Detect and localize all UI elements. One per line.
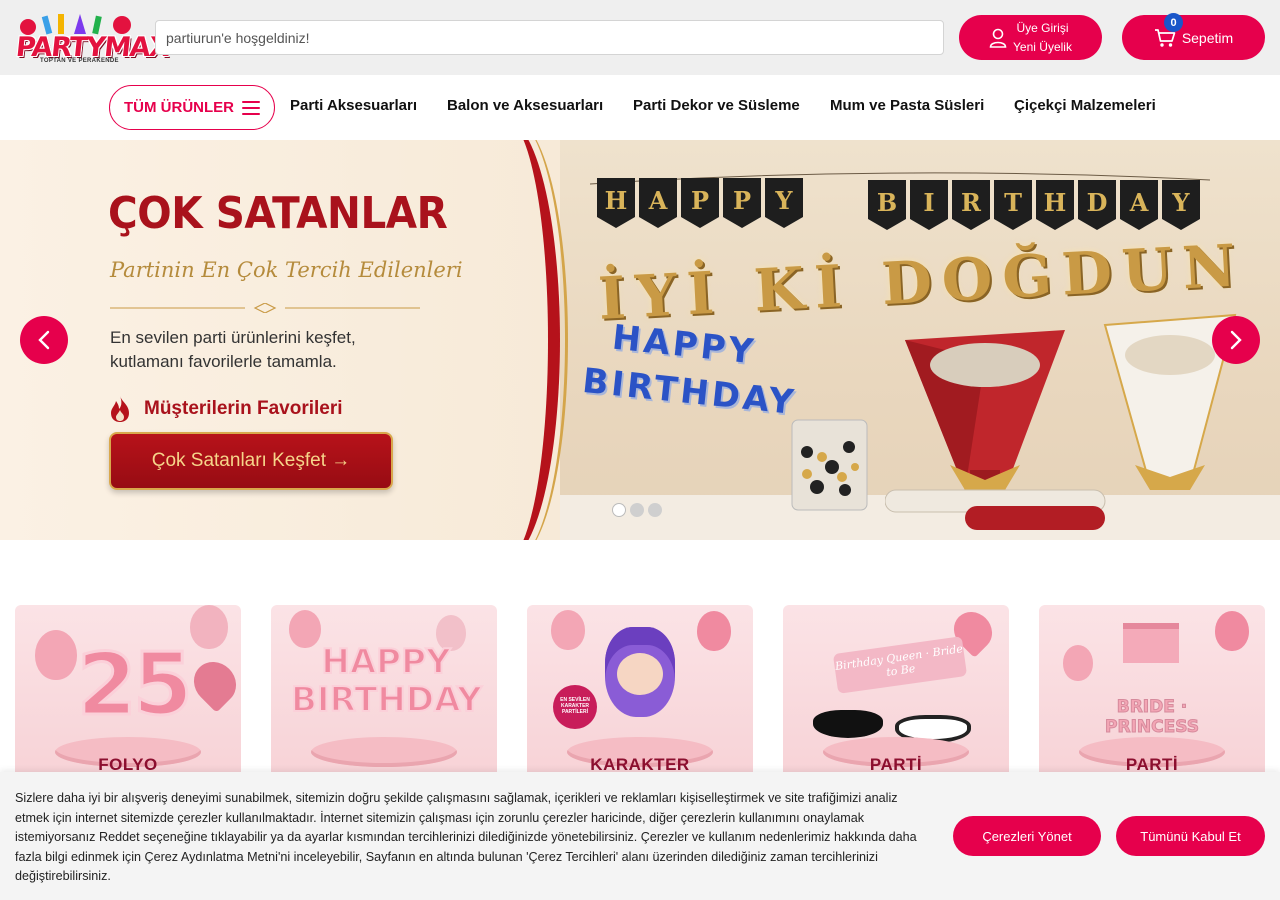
category-card-folyo[interactable]: 25 FOLYO (15, 605, 241, 785)
cart-button[interactable]: Sepetim 0 (1122, 13, 1265, 60)
all-products-button[interactable]: TÜM ÜRÜNLER (109, 85, 275, 130)
pennant-letter: D (1078, 180, 1116, 230)
category-card-parti-tiara[interactable]: BRIDE · PRINCESS PARTİ (1039, 605, 1265, 785)
nav-item-cicekci[interactable]: Çiçekçi Malzemeleri (1014, 97, 1156, 114)
tiara-image-text: BRIDE · PRINCESS (1105, 697, 1200, 738)
hero-divider-curve-gold (478, 140, 568, 540)
card-image-text: HAPPY BIRTHDAY (290, 642, 483, 720)
hero-subtitle: Partinin En Çok Tercih Edilenleri (110, 258, 463, 282)
user-icon (989, 28, 1007, 48)
sash-image-text: Birthday Queen · Bride to Be (832, 636, 968, 694)
pennant-letter: A (1120, 180, 1158, 230)
balloon-decoration (1215, 611, 1249, 651)
pennant-letter: Y (1162, 180, 1200, 230)
category-card-happy-birthday[interactable]: HAPPY BIRTHDAY (271, 605, 497, 785)
slider-next-button[interactable] (1212, 316, 1260, 364)
pennant-letter: P (723, 178, 761, 228)
slider-dots (612, 503, 666, 517)
nav-item-parti-dekor[interactable]: Parti Dekor ve Süsleme (633, 97, 800, 114)
gift-box-image (1123, 623, 1179, 663)
balloon-decoration (1063, 645, 1093, 681)
login-button[interactable]: Üye Girişi Yeni Üyelik (959, 15, 1102, 60)
ribbon-rolls-image (885, 489, 1106, 530)
accept-all-cookies-button[interactable]: Tümünü Kabul Et (1116, 816, 1265, 856)
register-label: Yeni Üyelik (1013, 39, 1072, 54)
pennant-letter: R (952, 180, 990, 230)
cart-count-badge: 0 (1164, 13, 1183, 32)
cart-label: Sepetim (1181, 29, 1234, 46)
login-label: Üye Girişi (1016, 20, 1069, 35)
slider-dot[interactable] (648, 503, 662, 517)
search-input[interactable] (155, 20, 944, 55)
slider-dot[interactable] (612, 503, 626, 517)
hero-title: ÇOK SATANLAR (108, 188, 448, 239)
pennant-letter: A (639, 178, 677, 228)
balloon-decoration (190, 605, 228, 649)
card-image-number: 25 (76, 634, 195, 737)
balloon-decoration (35, 630, 77, 680)
card-badge-text: EN SEVİLEN KARAKTER PARTİLERİ (553, 685, 597, 729)
slider-prev-button[interactable] (20, 316, 68, 364)
pennant-letter: H (597, 178, 635, 228)
manage-cookies-button[interactable]: Çerezleri Yönet (953, 816, 1101, 856)
hero-favorites: Müşterilerin Favorileri (108, 395, 343, 423)
chevron-left-icon (38, 330, 50, 350)
pennant-letter: P (681, 178, 719, 228)
balloon-decoration (551, 610, 585, 650)
cookie-banner: Sizlere daha iyi bir alışveriş deneyimi … (0, 772, 1280, 900)
favorites-label: Müşterilerin Favorileri (144, 398, 343, 419)
pennant-letter: H (1036, 180, 1074, 230)
pennant-letter: Y (765, 178, 803, 228)
cookie-text: Sizlere daha iyi bir alışveriş deneyimi … (15, 791, 917, 884)
category-card-parti-bride[interactable]: Birthday Queen · Bride to Be PARTİ (783, 605, 1009, 785)
balloon-decoration (697, 611, 731, 651)
slider-dot[interactable] (630, 503, 644, 517)
character-face (617, 653, 663, 695)
heart-balloon-decoration (185, 653, 241, 713)
category-card-karakter[interactable]: EN SEVİLEN KARAKTER PARTİLERİ KARAKTER (527, 605, 753, 785)
confetti-jar-image (791, 419, 868, 511)
main-nav: TÜM ÜRÜNLER Parti Aksesuarları Balon ve … (0, 75, 1280, 140)
chevron-right-icon (1230, 330, 1242, 350)
ornament-divider-icon (110, 303, 420, 313)
all-products-label: TÜM ÜRÜNLER (124, 99, 234, 116)
hero-description: En sevilen parti ürünlerini keşfet, kutl… (110, 328, 356, 371)
logo[interactable]: PARTYMAX TOPTAN VE PERAKENDE (14, 10, 170, 68)
hero-slider[interactable]: ÇOK SATANLAR Partinin En Çok Tercih Edil… (0, 140, 1280, 540)
nav-item-parti-aksesuarlari[interactable]: Parti Aksesuarları (290, 97, 417, 114)
pennant-letter: B (868, 180, 906, 230)
flame-icon (111, 396, 129, 422)
card-pedestal (311, 737, 457, 767)
banner-birthday: BIRTHDAY (868, 180, 1204, 230)
menu-icon (242, 100, 260, 115)
nav-item-balon[interactable]: Balon ve Aksesuarları (447, 97, 603, 114)
nav-item-mum-pasta[interactable]: Mum ve Pasta Süsleri (830, 97, 984, 114)
pennant-letter: T (994, 180, 1032, 230)
sunglasses-image (813, 710, 883, 738)
hero-cta-button[interactable]: Çok Satanları Keşfet → (109, 432, 393, 490)
banner-happy: HAPPY (597, 178, 807, 228)
header: PARTYMAX TOPTAN VE PERAKENDE Üye Girişi … (0, 0, 1280, 75)
logo-tagline: TOPTAN VE PERAKENDE (40, 58, 119, 64)
pennant-letter: I (910, 180, 948, 230)
